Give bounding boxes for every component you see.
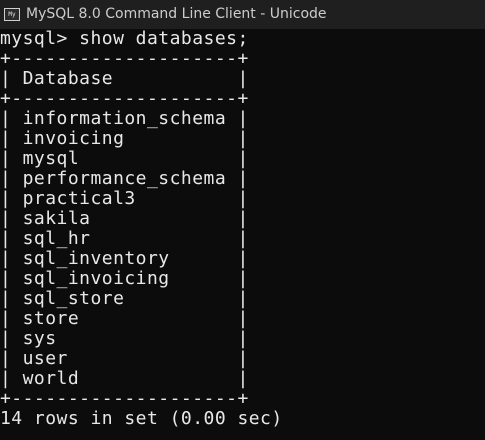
table-row: | sakila | (0, 208, 249, 229)
table-row: | invoicing | (0, 128, 249, 149)
title-bar[interactable]: My MySQL 8.0 Command Line Client - Unico… (0, 0, 485, 29)
table-row: | user | (0, 348, 249, 369)
table-row: | sql_hr | (0, 228, 249, 249)
table-row: | store | (0, 308, 249, 329)
command-line: mysql> show databases; (0, 28, 249, 49)
console-window: My MySQL 8.0 Command Line Client - Unico… (0, 0, 485, 440)
window-title: MySQL 8.0 Command Line Client - Unicode (26, 6, 327, 22)
table-row: | sql_store | (0, 288, 249, 309)
table-border-header: +--------------------+ (0, 88, 249, 109)
table-row: | mysql | (0, 148, 249, 169)
table-header: | Database | (0, 68, 249, 89)
result-summary: 14 rows in set (0.00 sec) (0, 408, 283, 429)
table-row: | performance_schema | (0, 168, 249, 189)
table-border-bottom: +--------------------+ (0, 388, 249, 409)
table-row: | world | (0, 368, 249, 389)
table-row: | practical3 | (0, 188, 249, 209)
table-row: | sql_inventory | (0, 248, 249, 269)
table-row: | sys | (0, 328, 249, 349)
table-border-top: +--------------------+ (0, 48, 249, 69)
console-output[interactable]: mysql> show databases; +----------------… (0, 29, 485, 440)
table-row: | sql_invoicing | (0, 268, 249, 289)
table-row: | information_schema | (0, 108, 249, 129)
mysql-console-icon[interactable]: My (4, 8, 20, 21)
